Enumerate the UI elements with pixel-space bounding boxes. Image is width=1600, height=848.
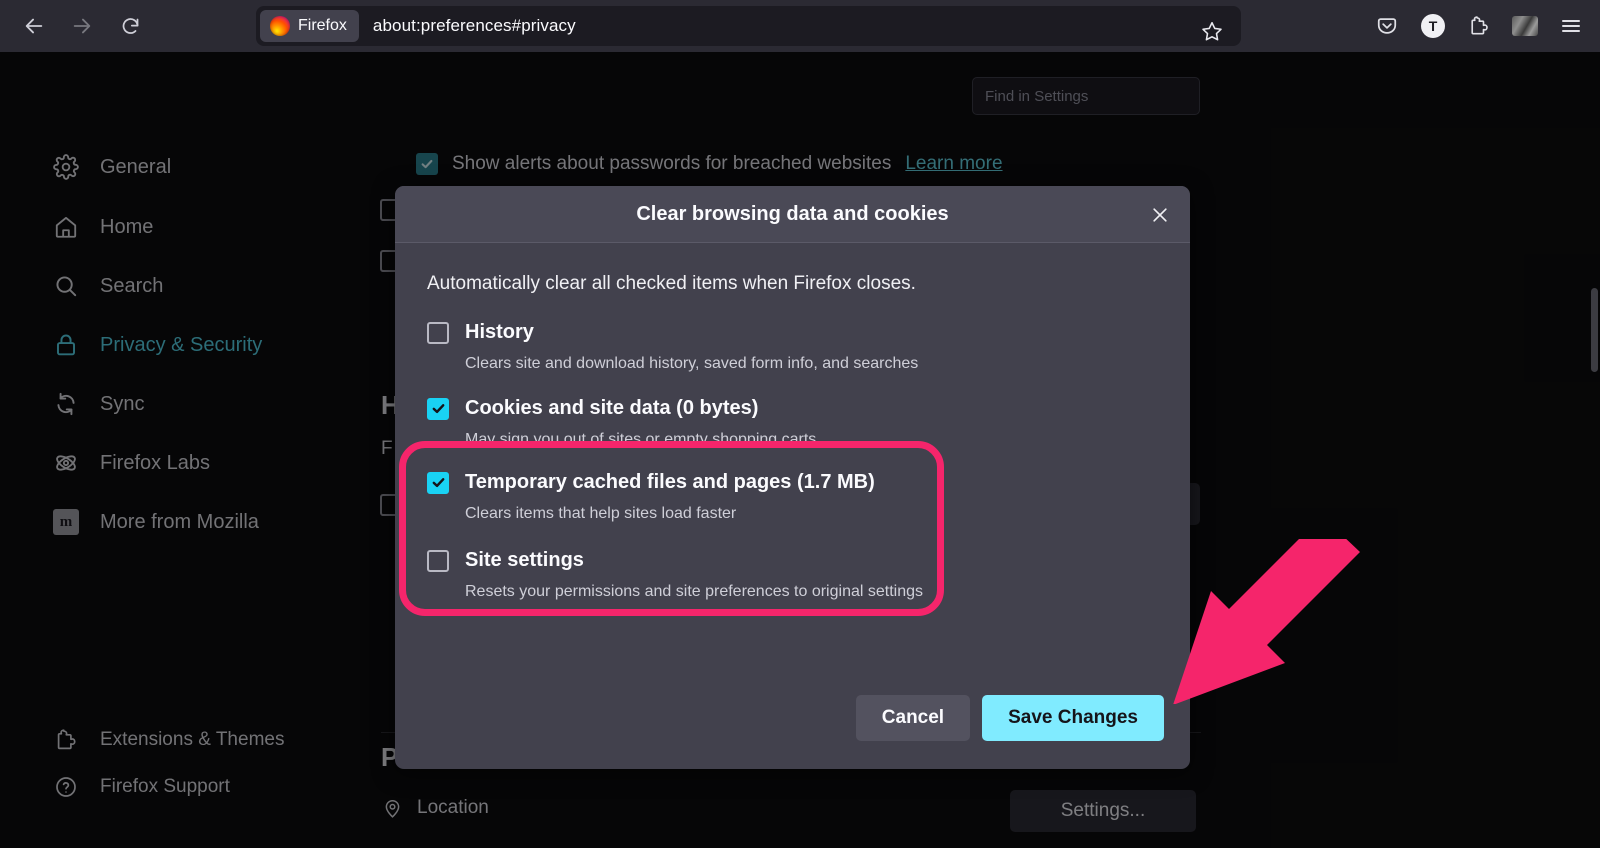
clear-browsing-data-dialog: Clear browsing data and cookies Automati…: [395, 186, 1190, 769]
avatar-initial: T: [1421, 14, 1445, 38]
identity-chip[interactable]: Firefox: [260, 10, 359, 42]
browser-toolbar: Firefox about:preferences#privacy T: [0, 0, 1600, 52]
extensions-icon[interactable]: [1460, 7, 1498, 45]
dialog-header: Clear browsing data and cookies: [395, 186, 1190, 243]
checkbox-site-settings[interactable]: [427, 550, 449, 572]
option-description: Clears items that help sites load faster: [465, 505, 1158, 523]
toolbar-right-icons: T: [1368, 0, 1590, 52]
checkbox-temporary-cached-files[interactable]: [427, 472, 449, 494]
dialog-title: Clear browsing data and cookies: [636, 203, 948, 226]
url-text: about:preferences#privacy: [373, 16, 576, 36]
profile-image-icon[interactable]: [1506, 7, 1544, 45]
navigation-buttons: [0, 6, 150, 46]
option-description: May sign you out of sites or empty shopp…: [465, 431, 1158, 449]
close-icon[interactable]: [1142, 197, 1178, 233]
option-description: Resets your permissions and site prefere…: [465, 583, 1158, 601]
account-avatar[interactable]: T: [1414, 7, 1452, 45]
settings-page: Find in Settings General Home Searc: [0, 52, 1600, 848]
back-arrow-icon[interactable]: [14, 6, 54, 46]
dialog-body: Automatically clear all checked items wh…: [395, 243, 1190, 601]
pocket-icon[interactable]: [1368, 7, 1406, 45]
option-label: History: [465, 321, 534, 344]
reload-icon[interactable]: [110, 6, 150, 46]
app-menu-icon[interactable]: [1552, 7, 1590, 45]
star-icon[interactable]: [1195, 14, 1229, 48]
dialog-actions: Cancel Save Changes: [856, 695, 1164, 741]
checkbox-history[interactable]: [427, 322, 449, 344]
option-description: Clears site and download history, saved …: [465, 355, 1158, 373]
cancel-button[interactable]: Cancel: [856, 695, 970, 741]
option-label: Cookies and site data (0 bytes): [465, 397, 758, 420]
option-label: Site settings: [465, 549, 584, 572]
option-history[interactable]: History Clears site and download history…: [427, 321, 1158, 373]
identity-chip-label: Firefox: [298, 17, 347, 35]
option-temporary-cached-files[interactable]: Temporary cached files and pages (1.7 MB…: [427, 471, 1158, 523]
checkbox-cookies-and-site-data[interactable]: [427, 398, 449, 420]
option-site-settings[interactable]: Site settings Resets your permissions an…: [427, 549, 1158, 601]
firefox-logo-icon: [270, 16, 290, 36]
forward-arrow-icon[interactable]: [62, 6, 102, 46]
address-bar[interactable]: Firefox about:preferences#privacy: [256, 6, 1241, 46]
save-changes-button[interactable]: Save Changes: [982, 695, 1164, 741]
dialog-intro-text: Automatically clear all checked items wh…: [427, 273, 1158, 295]
option-cookies-and-site-data[interactable]: Cookies and site data (0 bytes) May sign…: [427, 397, 1158, 449]
option-label: Temporary cached files and pages (1.7 MB…: [465, 471, 875, 494]
browser-window: Firefox about:preferences#privacy T: [0, 0, 1600, 848]
